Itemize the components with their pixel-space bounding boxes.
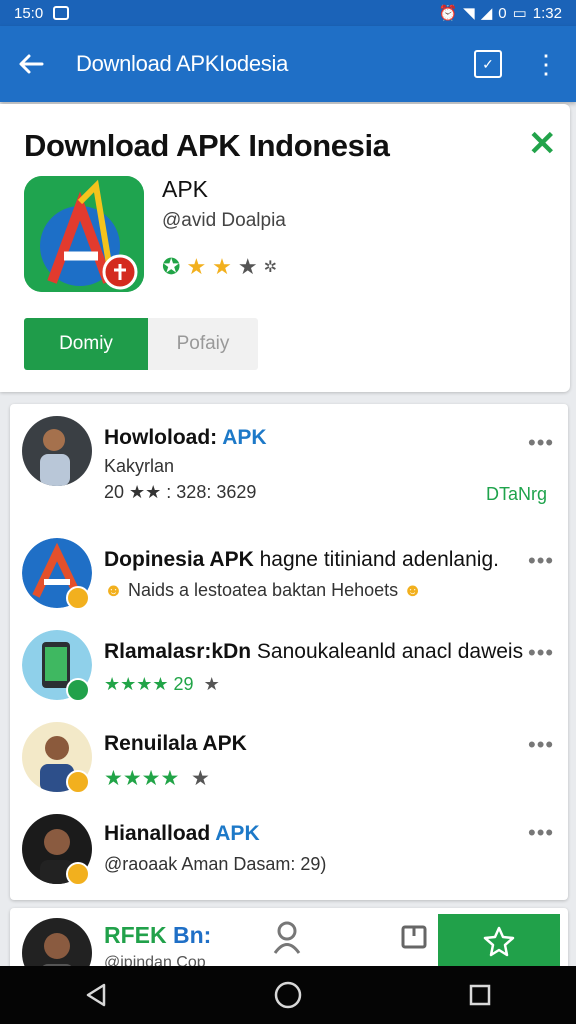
list-item[interactable]: Dopinesia APK hagne titiniand adenlanig.… <box>10 538 568 628</box>
list-item[interactable]: Hianalload APK @raoaak Aman Dasam: 29) •… <box>10 814 568 904</box>
more-options-icon[interactable]: ••• <box>528 820 554 846</box>
list-item[interactable]: Renuilala APK ★★★★ ★ ••• <box>10 722 568 812</box>
badge-icon <box>66 862 90 886</box>
list-item-meta: 20 ★★ : 328: 3629 <box>104 482 257 502</box>
app-name: APK <box>162 176 209 202</box>
battery-icon: ▭ <box>512 5 527 22</box>
bottom-bar: RFEK Bn: @ipindan Cop <box>10 908 568 968</box>
list-item-subtitle: Kakyrlan <box>104 456 175 476</box>
app-logo-icon <box>24 176 144 292</box>
status-bar: 15:0 ⏰ ◥ ◢ 0 ▭ 1:32 <box>0 0 576 26</box>
star-icon: ★ <box>186 254 207 279</box>
signal-icon: ◢ <box>480 5 493 22</box>
tab-inactive[interactable]: Pofaiy <box>148 318 258 370</box>
notification-icon <box>53 6 70 20</box>
share-icon[interactable] <box>400 922 428 955</box>
app-bar: Download APKIodesia ✓ ⋮ <box>0 26 576 102</box>
alarm-icon: ⏰ <box>438 5 458 22</box>
avatar <box>22 918 92 968</box>
status-time: 15:0 <box>14 4 44 22</box>
page-title: Download APK Indonesia <box>24 128 390 163</box>
list-item[interactable]: Rlamalasr:kDn Sanoukaleanld anacl daweis… <box>10 630 568 720</box>
nav-home-icon[interactable] <box>258 966 318 1024</box>
list-item-subtitle: ☻ Naids a lestoatea baktan Hehoets ☻ <box>104 580 423 600</box>
star-outline-icon: ✲ <box>263 259 278 276</box>
segmented-control: Domiy Pofaiy <box>24 318 258 370</box>
nav-recents-icon[interactable] <box>450 966 510 1024</box>
rating-stars: ★★★★ ★ <box>104 767 210 790</box>
app-bar-title: Download APKIodesia <box>76 51 289 76</box>
avatar <box>22 416 92 486</box>
developer-name: @avid Doalpia <box>162 210 286 231</box>
nav-back-icon[interactable] <box>66 966 126 1024</box>
list-item[interactable]: Howloload: APK Kakyrlan 20 ★★ : 328: 362… <box>10 416 568 506</box>
badge-icon <box>66 770 90 794</box>
bookmark-icon[interactable]: ✓ <box>474 50 502 78</box>
favorite-star-button[interactable] <box>438 914 560 968</box>
more-options-icon[interactable]: ••• <box>528 430 554 456</box>
bottom-label: RFEK Bn: <box>104 922 212 948</box>
overflow-menu-icon[interactable]: ⋮ <box>532 50 560 78</box>
person-icon[interactable] <box>272 920 302 959</box>
list-item-title: Renuilala APK <box>104 732 247 755</box>
list-item-title: Dopinesia APK hagne titiniand adenlanig. <box>104 548 499 571</box>
close-icon[interactable]: ✕ <box>528 124 557 164</box>
badge-icon <box>66 678 90 702</box>
star-icon: ★ <box>237 254 258 279</box>
list-item-subtitle: @raoaak Aman Dasam: 29) <box>104 854 327 874</box>
app-list: Howloload: APK Kakyrlan 20 ★★ : 328: 362… <box>10 404 568 900</box>
emoji-icon: ☻ <box>104 580 123 600</box>
list-item-title: Hianalload APK <box>104 822 260 845</box>
list-item-title: Rlamalasr:kDn Sanoukaleanld anacl daweis <box>104 640 524 663</box>
star-icon: ★ <box>212 254 232 279</box>
app-header-card: Download APK Indonesia ✕ APK @avid Doalp… <box>0 104 570 392</box>
emoji-icon: ☻ <box>403 580 423 600</box>
system-nav-bar <box>0 966 576 1024</box>
wifi-icon: ◥ <box>463 5 475 22</box>
rating-stars: ★★★★ 29 ★ <box>104 674 220 694</box>
back-arrow-icon[interactable] <box>0 26 62 102</box>
more-options-icon[interactable]: ••• <box>528 548 554 574</box>
verified-star-icon: ✪ <box>162 254 181 279</box>
rating-stars: ✪ ★ ★ ★ ✲ <box>162 254 277 280</box>
more-options-icon[interactable]: ••• <box>528 732 554 758</box>
battery-percent: 0 <box>498 4 507 22</box>
list-item-title: Howloload: APK <box>104 426 267 449</box>
status-clock: 1:32 <box>532 4 562 22</box>
status-badge: DTaNrg <box>486 484 548 504</box>
badge-icon <box>66 586 90 610</box>
tab-active[interactable]: Domiy <box>24 318 148 370</box>
more-options-icon[interactable]: ••• <box>528 640 554 666</box>
